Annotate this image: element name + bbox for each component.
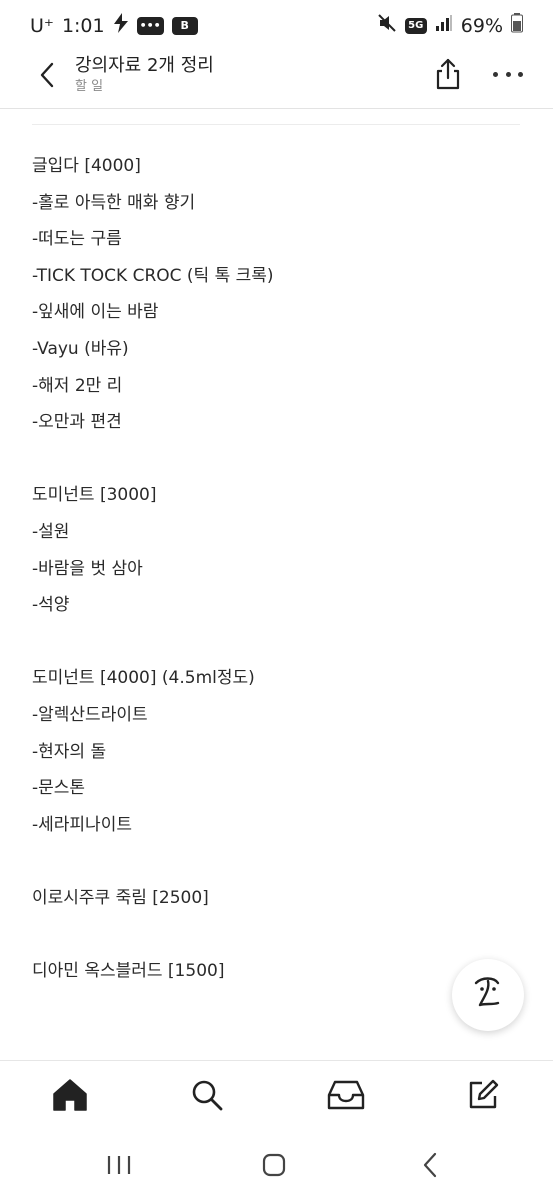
note-line: -설원: [32, 521, 70, 542]
nav-compose-button[interactable]: [463, 1077, 503, 1117]
nav-inbox-button[interactable]: [326, 1077, 366, 1117]
system-navigation: [0, 1132, 553, 1200]
note-blank-line: [32, 443, 512, 480]
clock: 1:01: [61, 14, 105, 37]
bottom-navigation: [0, 1060, 553, 1133]
more-options-button[interactable]: [493, 64, 523, 84]
nav-search-button[interactable]: [187, 1077, 227, 1117]
note-line: 이로시주쿠 죽림 [2500]: [32, 887, 209, 908]
chevron-left-icon: [39, 62, 55, 92]
note-line: -홀로 아득한 매화 향기: [32, 192, 196, 213]
note-line: -세라피나이트: [32, 814, 132, 835]
battery-icon: [511, 13, 523, 38]
app-notification-icon: B: [171, 16, 198, 35]
share-icon: [433, 58, 463, 95]
nav-home-button[interactable]: [50, 1077, 90, 1117]
page-title: 강의자료 2개 정리: [75, 55, 214, 76]
note-line: -바람을 벗 삼아: [32, 558, 143, 579]
inbox-icon: [327, 1079, 365, 1115]
note-line: -떠도는 구름: [32, 229, 122, 250]
handwriting-icon: [468, 973, 508, 1017]
app-header: 강의자료 2개 정리 할 일: [0, 52, 553, 109]
status-left: U⁺ 1:01 ••• B: [30, 13, 198, 38]
system-back-icon: [422, 1152, 438, 1182]
note-line: -Vayu (바유): [32, 338, 129, 359]
note-line: 도미넌트 [4000] (4.5ml정도): [32, 668, 255, 689]
more-horizontal-icon: [493, 71, 498, 77]
note-line: 글입다 [4000]: [32, 156, 141, 176]
note-line: 도미넌트 [3000]: [32, 485, 157, 506]
header-titles: 강의자료 2개 정리 할 일: [75, 54, 214, 96]
note-line: -문스톤: [32, 778, 86, 799]
mute-icon: [377, 13, 397, 38]
system-back-button[interactable]: [410, 1152, 450, 1182]
note-body[interactable]: 글입다 [4000] -홀로 아득한 매화 향기 -떠도는 구름 -TICK T…: [32, 150, 512, 992]
note-blank-line: [32, 845, 512, 882]
battery-percent: 69%: [460, 14, 503, 37]
status-right: 5G 69%: [377, 13, 523, 38]
note-blank-line: [32, 626, 512, 663]
recent-apps-icon: [106, 1154, 132, 1180]
page-subtitle: 할 일: [75, 79, 104, 94]
note-line: 디아민 옥스블러드 [1500]: [32, 961, 225, 982]
bolt-icon: [113, 13, 129, 38]
handwriting-button[interactable]: [452, 959, 524, 1031]
content-divider: [32, 124, 520, 125]
note-line: -현자의 돌: [32, 741, 107, 762]
carrier-label: U⁺: [30, 14, 54, 37]
home-icon: [52, 1078, 88, 1116]
compose-icon: [466, 1078, 500, 1116]
recent-apps-button[interactable]: [99, 1152, 139, 1182]
note-line: -석양: [32, 595, 70, 616]
system-home-button[interactable]: [254, 1152, 294, 1182]
search-icon: [190, 1078, 224, 1116]
back-button[interactable]: [34, 60, 60, 94]
note-line: -TICK TOCK CROC (틱 톡 크록): [32, 265, 274, 286]
note-blank-line: [32, 918, 512, 955]
signal-icon: [435, 14, 453, 37]
home-circle-icon: [262, 1153, 286, 1181]
message-notification-icon: •••: [136, 16, 164, 35]
note-line: -알렉산드라이트: [32, 704, 148, 725]
status-bar: U⁺ 1:01 ••• B 5G 69%: [0, 0, 553, 52]
share-button[interactable]: [433, 57, 463, 91]
network-5g-icon: 5G: [404, 17, 427, 34]
note-line: -오만과 편견: [32, 412, 122, 433]
note-line: -잎새에 이는 바람: [32, 302, 159, 323]
note-line: -해저 2만 리: [32, 375, 123, 396]
